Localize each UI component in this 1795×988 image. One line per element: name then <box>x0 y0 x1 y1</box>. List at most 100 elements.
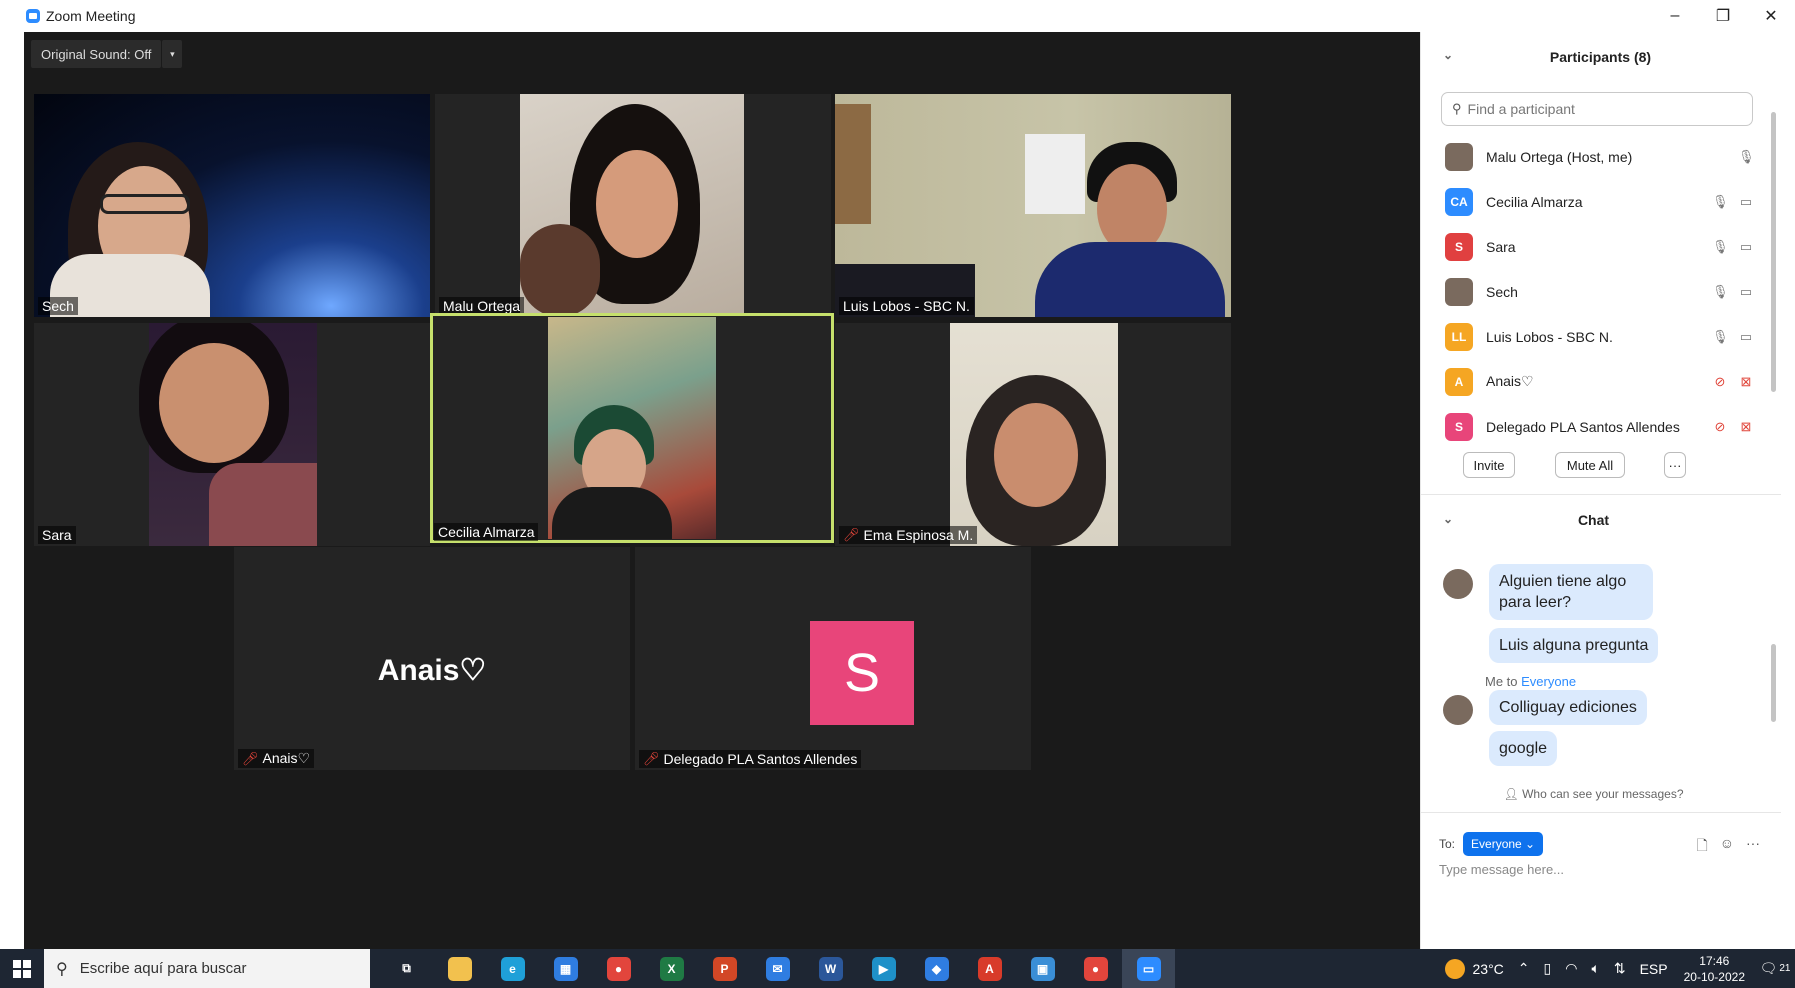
chevron-up-icon[interactable]: ⌃ <box>1518 960 1530 977</box>
collapse-chat-icon[interactable]: ⌄ <box>1443 512 1453 526</box>
video-tile-ema[interactable]: 🎤︎ Ema Espinosa M. <box>835 323 1231 546</box>
taskbar-app-task-view[interactable]: ⧉ <box>380 949 433 988</box>
who-can-see-link[interactable]: 👤︎ Who can see your messages? <box>1421 787 1766 801</box>
microphone-icon[interactable]: 🎙︎ <box>1712 239 1729 255</box>
participant-row[interactable]: A Anais♡ ⊘ ⊠ <box>1421 359 1766 404</box>
file-icon[interactable]: 🗋︎ <box>1696 835 1707 859</box>
minimize-button[interactable]: – <box>1651 0 1699 32</box>
video-tile-sech[interactable]: Sech <box>34 94 430 317</box>
wifi-icon[interactable]: ◠ <box>1565 960 1577 977</box>
microphone-icon[interactable]: 🎙︎ <box>1712 194 1729 210</box>
participant-row[interactable]: S Delegado PLA Santos Allendes ⊘ ⊠ <box>1421 404 1766 449</box>
original-sound-button[interactable]: Original Sound: Off <box>31 40 162 68</box>
microphone-icon[interactable]: 🎙︎ <box>1712 329 1729 345</box>
taskbar-app-store[interactable]: ▦ <box>539 949 592 988</box>
original-sound-dropdown[interactable]: ▾ <box>162 40 183 68</box>
video-tile-cecilia-active-speaker[interactable]: Cecilia Almarza <box>430 313 834 543</box>
word-icon: W <box>818 956 843 981</box>
participant-row[interactable]: S Sara 🎙︎ ▭ <box>1421 224 1766 269</box>
video-tile-delegado[interactable]: S 🎤︎ Delegado PLA Santos Allendes <box>635 547 1031 770</box>
video-tile-sara[interactable]: Sara <box>34 323 430 546</box>
video-camera-icon[interactable]: ▭ <box>1738 194 1754 210</box>
language-indicator[interactable]: ESP <box>1640 961 1668 977</box>
taskbar-app-excel[interactable]: X <box>645 949 698 988</box>
restore-button[interactable]: ❐ <box>1699 0 1747 32</box>
chat-message: Luis alguna pregunta <box>1489 628 1659 663</box>
message-input[interactable]: Type message here... <box>1439 862 1564 877</box>
video-camera-icon[interactable]: ▭ <box>1738 284 1754 300</box>
participant-status-icons: 🎙︎ <box>1738 134 1755 179</box>
mute-all-button[interactable]: Mute All <box>1555 452 1625 478</box>
taskbar-app-zoom[interactable]: ▭ <box>1122 949 1175 988</box>
network-icon[interactable]: ⇅ <box>1614 960 1626 977</box>
microphone-icon[interactable]: 🎙︎ <box>1738 149 1755 165</box>
taskbar-search-input[interactable]: ⚲ Escribe aquí para buscar <box>44 949 370 988</box>
to-label: To: <box>1439 837 1456 851</box>
participant-status-icons: ⊘ ⊠ <box>1712 359 1754 404</box>
microphone-icon[interactable]: 🎙︎ <box>1712 284 1729 300</box>
clock-date: 20-10-2022 <box>1683 969 1745 984</box>
invite-button[interactable]: Invite <box>1463 452 1515 478</box>
taskbar-app-powerpoint[interactable]: P <box>698 949 751 988</box>
emoji-icon[interactable]: ☺ <box>1720 835 1734 859</box>
battery-icon[interactable]: ▯ <box>1544 960 1552 977</box>
mic-muted-icon[interactable]: ⊘ <box>1712 374 1728 390</box>
taskbar-app-mail[interactable]: ✉ <box>751 949 804 988</box>
participant-name: Delegado PLA Santos Allendes <box>1486 418 1680 435</box>
participants-title: Participants (8) <box>1549 49 1652 65</box>
participant-row[interactable]: Sech 🎙︎ ▭ <box>1421 269 1766 314</box>
participant-search-input[interactable]: ⚲ Find a participant <box>1441 92 1753 126</box>
window-controls: – ❐ ✕ <box>1651 0 1795 32</box>
participant-name: Anais♡ <box>1486 373 1534 389</box>
title-bar: Zoom Meeting – ❐ ✕ <box>0 0 1795 32</box>
video-feed-luis <box>835 94 1231 317</box>
video-tile-malu[interactable]: Malu Ortega <box>435 94 831 317</box>
tile-name: Sara <box>38 526 76 544</box>
collapse-participants-icon[interactable]: ⌄ <box>1443 48 1453 62</box>
start-button[interactable] <box>0 949 44 988</box>
temperature[interactable]: 23°C <box>1473 961 1504 977</box>
weather-icon[interactable] <box>1444 958 1465 979</box>
recipient-everyone-link[interactable]: Everyone <box>1521 674 1576 689</box>
mic-muted-icon: 🎤︎ <box>242 750 259 766</box>
video-off-icon[interactable]: ⊠ <box>1738 374 1754 390</box>
taskbar-app-photos[interactable]: ▣ <box>1016 949 1069 988</box>
video-camera-icon[interactable]: ▭ <box>1738 239 1754 255</box>
chat-message: Alguien tiene algo para leer? <box>1489 564 1653 620</box>
more-options-button[interactable]: ··· <box>1664 452 1686 478</box>
participant-row[interactable]: LL Luis Lobos - SBC N. 🎙︎ ▭ <box>1421 314 1766 359</box>
video-off-icon[interactable]: ⊠ <box>1738 419 1754 435</box>
video-tile-anais[interactable]: Anais♡ 🎤︎ Anais♡ <box>234 547 630 770</box>
window-title: Zoom Meeting <box>46 8 136 24</box>
taskbar-app-media[interactable]: ▶ <box>857 949 910 988</box>
notifications-button[interactable]: 🗨︎ 21 <box>1755 960 1795 977</box>
sender-avatar <box>1443 695 1473 725</box>
more-icon[interactable]: ··· <box>1746 835 1760 859</box>
volume-icon[interactable]: 🔈︎ <box>1591 960 1599 977</box>
participant-status-icons: 🎙︎ ▭ <box>1712 269 1754 314</box>
taskbar-app-paint[interactable]: ◆ <box>910 949 963 988</box>
taskbar-app-chrome[interactable]: ● <box>592 949 645 988</box>
participant-row[interactable]: CA Cecilia Almarza 🎙︎ ▭ <box>1421 179 1766 224</box>
zoom-logo-icon <box>26 9 40 23</box>
clock[interactable]: 17:46 20-10-2022 <box>1684 953 1745 985</box>
participants-scrollbar[interactable] <box>1771 112 1776 392</box>
windows-logo-icon <box>13 959 31 978</box>
mic-muted-icon[interactable]: ⊘ <box>1712 419 1728 435</box>
taskbar-app-edge[interactable]: e <box>486 949 539 988</box>
person-lock-icon: 👤︎ <box>1503 787 1523 801</box>
close-button[interactable]: ✕ <box>1747 0 1795 32</box>
excel-icon: X <box>659 956 684 981</box>
video-tile-luis[interactable]: Luis Lobos - SBC N. <box>835 94 1231 317</box>
taskbar-app-chrome-profile[interactable]: ● <box>1069 949 1122 988</box>
participant-avatar: S <box>1445 232 1473 261</box>
taskbar-app-word[interactable]: W <box>804 949 857 988</box>
participant-avatar: LL <box>1445 322 1473 351</box>
video-camera-icon[interactable]: ▭ <box>1738 329 1754 345</box>
taskbar-app-file-explorer[interactable] <box>433 949 486 988</box>
chat-scrollbar[interactable] <box>1771 644 1776 722</box>
recipient-dropdown[interactable]: Everyone ⌄ <box>1463 832 1544 856</box>
store-icon: ▦ <box>553 956 578 981</box>
participant-row[interactable]: Malu Ortega (Host, me) 🎙︎ <box>1421 134 1766 179</box>
taskbar-app-acrobat[interactable]: A <box>963 949 1016 988</box>
